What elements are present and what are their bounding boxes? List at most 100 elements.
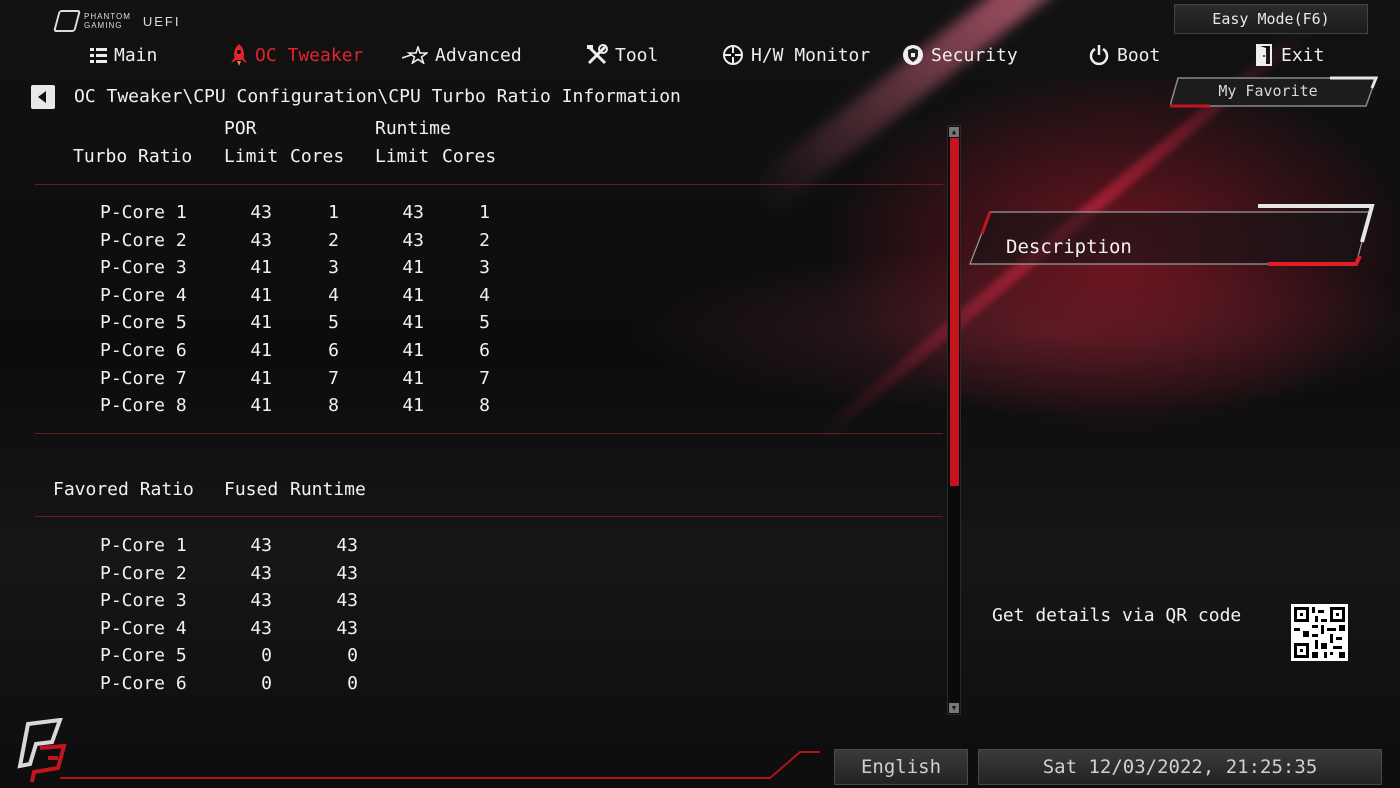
row-name: P-Core 1 [100, 202, 187, 223]
por-cores-value: 8 [328, 395, 339, 417]
tab-boot[interactable]: Boot [1088, 40, 1160, 70]
tab-advanced[interactable]: Advanced [402, 40, 522, 70]
qr-caption: Get details via QR code [992, 605, 1242, 626]
col-turbo-ratio: Turbo Ratio [73, 146, 193, 167]
por-cores-value: 4 [328, 284, 339, 306]
runtime-cores-value: 7 [479, 367, 490, 389]
runtime-value: 43 [336, 535, 358, 556]
tab-oc-tweaker[interactable]: OC Tweaker [230, 40, 363, 70]
row-name: P-Core 5 [100, 645, 187, 667]
row-name: P-Core 3 [100, 590, 187, 612]
logo-line2: GAMING [84, 21, 123, 30]
tab-oc-tweaker-label: OC Tweaker [255, 44, 364, 66]
row-name: P-Core 6 [100, 673, 187, 694]
fused-value: 43 [250, 617, 272, 639]
phantom-gaming-logo: PHANTOM GAMING UEFI [53, 10, 181, 32]
row-name: P-Core 7 [100, 367, 187, 389]
easy-mode-button[interactable]: Easy Mode(F6) [1174, 4, 1368, 34]
fused-value: 43 [250, 590, 272, 612]
col-por-cores: Cores [290, 146, 345, 167]
runtime-cores-value: 6 [479, 340, 490, 361]
logo-uefi: UEFI [142, 13, 181, 29]
power-icon [1089, 45, 1109, 66]
por-limit-value: 41 [250, 395, 272, 417]
col-runtime: Runtime [290, 479, 366, 500]
row-name: P-Core 4 [100, 284, 187, 306]
tab-main[interactable]: Main [90, 40, 157, 70]
runtime-value: 43 [336, 590, 358, 612]
description-panel: Description [968, 204, 1376, 270]
fused-value: 43 [250, 535, 272, 556]
runtime-cores-value: 5 [479, 312, 490, 334]
breadcrumb: OC Tweaker\CPU Configuration\CPU Turbo R… [74, 86, 681, 107]
my-favorite-label: My Favorite [1218, 82, 1318, 100]
shield-icon [903, 45, 923, 65]
runtime-limit-value: 41 [402, 340, 424, 361]
por-limit-value: 41 [250, 340, 272, 361]
crosshair-icon [723, 45, 743, 65]
scrollbar-thumb[interactable] [950, 138, 959, 486]
tab-tool[interactable]: Tool [586, 40, 658, 70]
tab-hw-monitor[interactable]: H/W Monitor [722, 40, 870, 70]
tab-exit-label: Exit [1281, 44, 1325, 66]
tab-security[interactable]: Security [902, 40, 1018, 70]
por-limit-value: 43 [250, 229, 272, 251]
runtime-value: 43 [336, 562, 358, 584]
datetime-display: Sat 12/03/2022, 21:25:35 [978, 749, 1382, 785]
runtime-limit-value: 41 [402, 395, 424, 417]
col-runtime-cores: Cores [442, 146, 497, 167]
runtime-limit-value: 41 [402, 257, 424, 279]
por-limit-value: 43 [250, 202, 272, 223]
logo-mark-icon [53, 10, 81, 32]
runtime-value: 43 [336, 617, 358, 639]
tab-security-label: Security [931, 44, 1018, 66]
por-limit-value: 41 [250, 257, 272, 279]
runtime-limit-value: 41 [402, 312, 424, 334]
tab-advanced-label: Advanced [435, 44, 522, 66]
my-favorite-button[interactable]: My Favorite [1170, 76, 1378, 108]
por-cores-value: 1 [328, 202, 339, 223]
tab-tool-label: Tool [615, 44, 659, 66]
fused-value: 0 [261, 645, 272, 667]
row-name: P-Core 1 [100, 535, 187, 556]
logo-line1: PHANTOM [84, 12, 131, 21]
back-button[interactable] [31, 85, 55, 109]
rocket-icon [231, 44, 247, 66]
description-title: Description [1006, 236, 1132, 258]
fused-value: 0 [261, 673, 272, 694]
scroll-down-arrow-icon[interactable]: ▼ [949, 703, 959, 713]
door-icon [1256, 44, 1272, 66]
row-name: P-Core 4 [100, 617, 187, 639]
runtime-cores-value: 8 [479, 395, 490, 417]
scroll-up-arrow-icon[interactable]: ▲ [949, 127, 959, 137]
qr-code-icon [1291, 604, 1348, 661]
runtime-cores-value: 3 [479, 257, 490, 279]
por-cores-value: 2 [328, 229, 339, 251]
divider [35, 184, 943, 185]
star-icon [402, 46, 428, 64]
runtime-limit-value: 43 [402, 202, 424, 223]
language-button[interactable]: English [834, 749, 968, 785]
col-group-runtime: Runtime [375, 118, 451, 139]
tab-main-label: Main [114, 44, 158, 66]
main-nav: Main OC Tweaker Advanced Tool H/W Monito… [0, 40, 1400, 70]
back-arrow-icon [38, 91, 46, 103]
fused-value: 43 [250, 562, 272, 584]
runtime-cores-value: 2 [479, 229, 490, 251]
col-por-limit: Limit [224, 146, 279, 167]
col-group-por: POR [224, 118, 257, 139]
runtime-cores-value: 1 [479, 202, 490, 223]
row-name: P-Core 6 [100, 340, 187, 361]
runtime-limit-value: 43 [402, 229, 424, 251]
row-name: P-Core 2 [100, 562, 187, 584]
row-name: P-Core 3 [100, 257, 187, 279]
runtime-limit-value: 41 [402, 284, 424, 306]
row-name: P-Core 5 [100, 312, 187, 334]
col-fused: Fused [224, 479, 279, 500]
tools-icon [587, 44, 608, 65]
por-cores-value: 3 [328, 257, 339, 279]
tab-exit[interactable]: Exit [1256, 40, 1324, 70]
por-cores-value: 6 [328, 340, 339, 361]
por-limit-value: 41 [250, 284, 272, 306]
por-cores-value: 7 [328, 367, 339, 389]
